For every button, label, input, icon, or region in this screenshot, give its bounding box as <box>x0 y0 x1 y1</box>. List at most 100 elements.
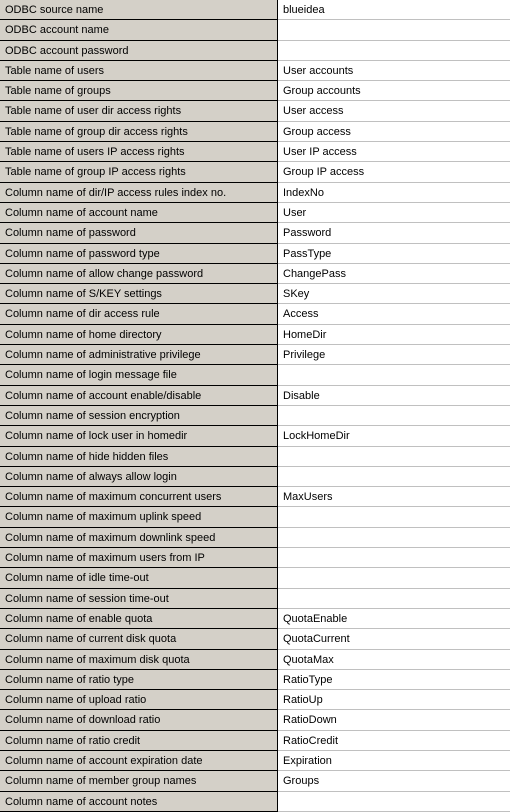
setting-value[interactable]: ChangePass <box>278 264 510 284</box>
table-row: Column name of hide hidden files <box>0 447 510 467</box>
table-row: Column name of password typePassType <box>0 244 510 264</box>
setting-label: Column name of maximum concurrent users <box>0 487 278 507</box>
setting-label: Column name of member group names <box>0 771 278 791</box>
setting-value[interactable]: IndexNo <box>278 183 510 203</box>
setting-label: Column name of password type <box>0 244 278 264</box>
table-row: Column name of always allow login <box>0 467 510 487</box>
setting-label: ODBC source name <box>0 0 278 20</box>
table-row: ODBC source nameblueidea <box>0 0 510 20</box>
setting-value[interactable]: blueidea <box>278 0 510 20</box>
setting-label: Column name of current disk quota <box>0 629 278 649</box>
setting-value[interactable]: Groups <box>278 771 510 791</box>
table-row: Column name of S/KEY settingsSKey <box>0 284 510 304</box>
setting-value[interactable]: Group IP access <box>278 162 510 182</box>
setting-value[interactable]: PassType <box>278 244 510 264</box>
table-row: Column name of ratio typeRatioType <box>0 670 510 690</box>
setting-label: Column name of download ratio <box>0 710 278 730</box>
setting-value[interactable]: RatioDown <box>278 710 510 730</box>
setting-value[interactable]: QuotaEnable <box>278 609 510 629</box>
table-row: Column name of member group namesGroups <box>0 771 510 791</box>
setting-value[interactable]: User <box>278 203 510 223</box>
table-row: Column name of session time-out <box>0 589 510 609</box>
table-row: Column name of maximum users from IP <box>0 548 510 568</box>
table-row: Column name of account enable/disableDis… <box>0 386 510 406</box>
setting-label: Column name of password <box>0 223 278 243</box>
setting-value[interactable]: HomeDir <box>278 325 510 345</box>
setting-value[interactable]: RatioCredit <box>278 731 510 751</box>
setting-label: Column name of upload ratio <box>0 690 278 710</box>
table-row: Column name of account expiration dateEx… <box>0 751 510 771</box>
setting-value[interactable]: Group access <box>278 122 510 142</box>
setting-label: Table name of groups <box>0 81 278 101</box>
table-row: Column name of maximum concurrent usersM… <box>0 487 510 507</box>
setting-value[interactable]: Password <box>278 223 510 243</box>
setting-value[interactable]: Disable <box>278 386 510 406</box>
table-row: Column name of account nameUser <box>0 203 510 223</box>
setting-label: Table name of user dir access rights <box>0 101 278 121</box>
setting-value[interactable]: QuotaMax <box>278 650 510 670</box>
setting-value[interactable]: Expiration <box>278 751 510 771</box>
setting-label: Column name of always allow login <box>0 467 278 487</box>
setting-value[interactable] <box>278 20 510 40</box>
table-row: Column name of enable quotaQuotaEnable <box>0 609 510 629</box>
setting-label: Table name of users <box>0 61 278 81</box>
setting-value[interactable] <box>278 447 510 467</box>
table-row: Column name of login message file <box>0 365 510 385</box>
table-row: Column name of session encryption <box>0 406 510 426</box>
setting-label: Column name of hide hidden files <box>0 447 278 467</box>
setting-value[interactable]: User IP access <box>278 142 510 162</box>
setting-label: Table name of group IP access rights <box>0 162 278 182</box>
setting-label: Column name of account expiration date <box>0 751 278 771</box>
table-row: Column name of maximum disk quotaQuotaMa… <box>0 650 510 670</box>
setting-value[interactable] <box>278 467 510 487</box>
setting-value[interactable]: RatioUp <box>278 690 510 710</box>
table-row: Column name of download ratioRatioDown <box>0 710 510 730</box>
setting-label: Column name of account enable/disable <box>0 386 278 406</box>
setting-label: Column name of administrative privilege <box>0 345 278 365</box>
setting-value[interactable]: MaxUsers <box>278 487 510 507</box>
setting-label: Column name of account name <box>0 203 278 223</box>
table-row: Column name of maximum uplink speed <box>0 507 510 527</box>
table-row: Column name of lock user in homedirLockH… <box>0 426 510 446</box>
setting-value[interactable] <box>278 507 510 527</box>
setting-value[interactable]: User accounts <box>278 61 510 81</box>
table-row: Column name of account notes <box>0 792 510 812</box>
setting-value[interactable]: SKey <box>278 284 510 304</box>
table-row: Column name of idle time-out <box>0 568 510 588</box>
setting-value[interactable] <box>278 528 510 548</box>
setting-label: Column name of login message file <box>0 365 278 385</box>
table-row: Table name of groupsGroup accounts <box>0 81 510 101</box>
setting-value[interactable]: Group accounts <box>278 81 510 101</box>
setting-label: Column name of S/KEY settings <box>0 284 278 304</box>
table-row: ODBC account password <box>0 41 510 61</box>
setting-value[interactable] <box>278 365 510 385</box>
setting-label: Column name of dir access rule <box>0 304 278 324</box>
setting-value[interactable]: LockHomeDir <box>278 426 510 446</box>
table-row: Table name of users IP access rightsUser… <box>0 142 510 162</box>
setting-value[interactable] <box>278 41 510 61</box>
setting-value[interactable]: RatioType <box>278 670 510 690</box>
setting-label: Column name of home directory <box>0 325 278 345</box>
setting-value[interactable]: Access <box>278 304 510 324</box>
setting-value[interactable]: Privilege <box>278 345 510 365</box>
setting-value[interactable]: User access <box>278 101 510 121</box>
setting-value[interactable] <box>278 589 510 609</box>
table-row: Column name of upload ratioRatioUp <box>0 690 510 710</box>
setting-label: Column name of lock user in homedir <box>0 426 278 446</box>
setting-value[interactable] <box>278 548 510 568</box>
setting-label: Table name of group dir access rights <box>0 122 278 142</box>
setting-value[interactable]: QuotaCurrent <box>278 629 510 649</box>
table-row: Column name of ratio creditRatioCredit <box>0 731 510 751</box>
settings-table: ODBC source nameblueideaODBC account nam… <box>0 0 510 812</box>
setting-value[interactable] <box>278 568 510 588</box>
setting-value[interactable] <box>278 406 510 426</box>
table-row: Table name of usersUser accounts <box>0 61 510 81</box>
setting-label: Column name of enable quota <box>0 609 278 629</box>
setting-label: Column name of session time-out <box>0 589 278 609</box>
setting-label: Column name of allow change password <box>0 264 278 284</box>
table-row: Column name of home directoryHomeDir <box>0 325 510 345</box>
setting-value[interactable] <box>278 792 510 812</box>
setting-label: ODBC account name <box>0 20 278 40</box>
table-row: Column name of allow change passwordChan… <box>0 264 510 284</box>
setting-label: Column name of session encryption <box>0 406 278 426</box>
